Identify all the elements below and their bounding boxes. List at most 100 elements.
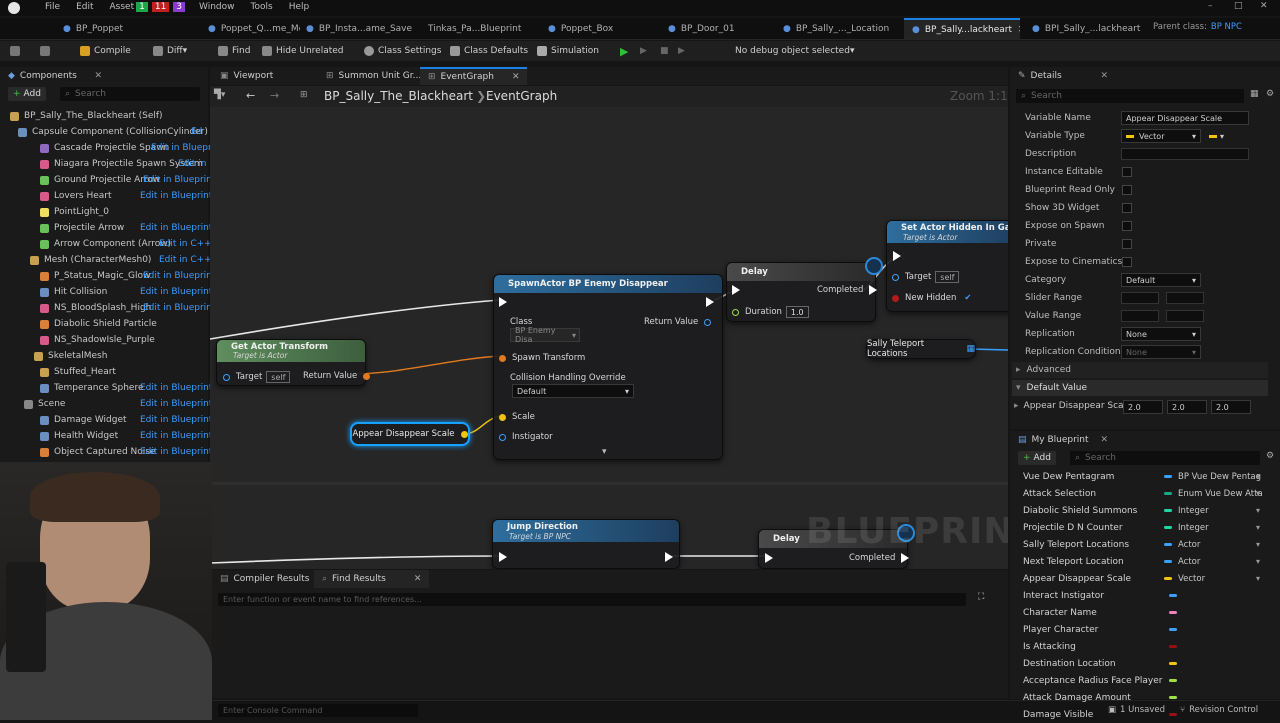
- read-only-checkbox[interactable]: [1122, 185, 1132, 195]
- view-options-icon[interactable]: ▦: [1250, 89, 1259, 99]
- my-blueprint-tab[interactable]: ▤ My Blueprint ✕: [1010, 431, 1116, 449]
- variable-type[interactable]: [1169, 604, 1183, 621]
- edit-in-blueprint-link[interactable]: Edit in Blueprint: [140, 415, 212, 425]
- settings-gear-icon[interactable]: ⚙: [1266, 89, 1274, 99]
- maximize-icon[interactable]: □: [1234, 1, 1243, 11]
- component-item[interactable]: Cascade Projectile Spawn: [40, 140, 169, 156]
- value-range-max[interactable]: [1166, 310, 1204, 322]
- pin-target[interactable]: Target self: [223, 371, 291, 383]
- variable-type[interactable]: Integer: [1164, 502, 1209, 519]
- menu-help[interactable]: Help: [289, 2, 310, 12]
- badge-purple[interactable]: 3: [173, 2, 186, 12]
- tab-compiler-results[interactable]: ▤ Compiler Results: [212, 570, 317, 588]
- step-icon[interactable]: ▶: [640, 41, 647, 61]
- badge-red[interactable]: 11: [151, 2, 170, 12]
- doc-tab-tinkas[interactable]: Tinkas_Pa...Blueprint: [420, 18, 530, 39]
- edit-in-blueprint-link[interactable]: Edit in Blueprint: [140, 447, 212, 457]
- add-variable-button[interactable]: + Add: [1018, 451, 1056, 465]
- default-y-input[interactable]: 2.0: [1167, 400, 1207, 414]
- exec-in-pin[interactable]: [732, 285, 740, 298]
- hide-unrelated-button[interactable]: Hide Unrelated: [262, 41, 344, 61]
- node-delay[interactable]: Delay Completed Duration 1.0: [726, 257, 883, 322]
- default-z-input[interactable]: 2.0: [1211, 400, 1251, 414]
- exec-in-pin[interactable]: [893, 251, 901, 264]
- variable-name-input[interactable]: Appear Disappear Scale: [1121, 111, 1249, 125]
- variable-item[interactable]: Diabolic Shield Summons: [1023, 502, 1137, 519]
- variable-item[interactable]: Acceptance Radius Face Player: [1023, 672, 1163, 689]
- value-range-min[interactable]: [1121, 310, 1159, 322]
- variable-type[interactable]: Enum Vue Dew Atta: [1164, 485, 1263, 502]
- exec-in-pin[interactable]: [499, 552, 507, 565]
- description-input[interactable]: [1121, 148, 1249, 160]
- variable-type[interactable]: [1169, 638, 1183, 655]
- tab-viewport[interactable]: ▣ Viewport: [212, 67, 281, 85]
- details-search-input[interactable]: ⌕ Search: [1016, 89, 1244, 103]
- component-item[interactable]: Mesh (CharacterMesh0): [30, 252, 151, 268]
- variable-type[interactable]: [1169, 587, 1183, 604]
- component-item[interactable]: Object Captured Noise: [40, 444, 156, 460]
- component-item[interactable]: PointLight_0: [40, 204, 109, 220]
- parent-class-link[interactable]: BP NPC: [1211, 22, 1242, 32]
- replication-condition-dropdown[interactable]: None ▾: [1121, 345, 1201, 359]
- tab-event-graph[interactable]: ⊞ EventGraph ✕: [420, 67, 528, 85]
- component-item[interactable]: Arrow Component (Arrow): [40, 236, 171, 252]
- variable-item[interactable]: Projectile D N Counter: [1023, 519, 1123, 536]
- collision-dropdown[interactable]: Default ▾: [512, 384, 634, 398]
- add-component-button[interactable]: + Add: [8, 87, 46, 101]
- components-search-input[interactable]: ⌕ Search: [60, 87, 200, 101]
- variable-item[interactable]: Next Teleport Location: [1023, 553, 1124, 570]
- unreal-logo-icon[interactable]: [8, 2, 20, 14]
- variable-item[interactable]: Is Attacking: [1023, 638, 1076, 655]
- chevron-down-icon[interactable]: ▾: [1256, 574, 1260, 583]
- menu-asset[interactable]: Asset: [110, 2, 135, 12]
- edit-in-blueprint-link[interactable]: Ed: [191, 127, 202, 137]
- exec-out-pin[interactable]: [706, 297, 714, 310]
- category-dropdown[interactable]: Default ▾: [1121, 273, 1201, 287]
- pin-spawn-transform[interactable]: Spawn Transform: [499, 353, 585, 363]
- compile-button[interactable]: Compile: [80, 41, 131, 61]
- variable-item[interactable]: Sally Teleport Locations: [1023, 536, 1129, 553]
- instance-editable-checkbox[interactable]: [1122, 167, 1132, 177]
- chevron-down-icon[interactable]: ▾: [1256, 523, 1260, 532]
- pin-collision[interactable]: Collision Handling Override: [510, 373, 626, 383]
- menu-edit[interactable]: Edit: [76, 2, 93, 12]
- variable-type[interactable]: [1169, 672, 1183, 689]
- class-defaults-button[interactable]: Class Defaults: [450, 41, 528, 61]
- pin-return-value[interactable]: Return Value: [303, 371, 371, 381]
- breadcrumb-eventgraph[interactable]: EventGraph: [486, 89, 557, 103]
- component-item[interactable]: NS_ShadowIsle_Purple: [40, 332, 155, 348]
- tab-find-results[interactable]: ⌕ Find Results ✕: [314, 570, 430, 588]
- variable-type[interactable]: Actor: [1164, 553, 1200, 570]
- expose-cinematics-checkbox[interactable]: [1122, 257, 1132, 267]
- exec-in-pin[interactable]: [765, 553, 773, 566]
- edit-in-blueprint-link[interactable]: Edit in Blueprint: [140, 399, 212, 409]
- doc-tab-instance-save[interactable]: ● BP_Insta...ame_Save: [298, 18, 413, 39]
- doc-tab-sally-location[interactable]: ● BP_Sally_..._Location: [775, 18, 900, 39]
- variable-type[interactable]: [1169, 689, 1183, 706]
- slider-range-max[interactable]: [1166, 292, 1204, 304]
- class-dropdown[interactable]: BP Enemy Disa ▾: [510, 326, 580, 344]
- slider-range-min[interactable]: [1121, 292, 1159, 304]
- chevron-down-icon[interactable]: ▾: [1256, 472, 1260, 481]
- simulation-button[interactable]: Simulation: [537, 41, 599, 61]
- variable-item[interactable]: Attack Selection: [1023, 485, 1096, 502]
- doc-tab-sally-blackheart[interactable]: ●BP_Sally...lackheart✕: [904, 18, 1020, 39]
- unsaved-indicator[interactable]: ▣ 1 Unsaved: [1108, 705, 1165, 715]
- container-type-dropdown[interactable]: ▾: [1205, 129, 1227, 143]
- stop-icon[interactable]: ■: [660, 41, 669, 61]
- variable-item[interactable]: Player Character: [1023, 621, 1098, 638]
- expose-on-spawn-checkbox[interactable]: [1122, 221, 1132, 231]
- variable-item[interactable]: Vue Dew Pentagram: [1023, 468, 1114, 485]
- pin-duration[interactable]: Duration 1.0: [732, 306, 809, 318]
- chevron-down-icon[interactable]: ▾: [1256, 540, 1260, 549]
- doc-tab-door[interactable]: ● BP_Door_01: [660, 18, 770, 39]
- show-3d-widget-checkbox[interactable]: [1122, 203, 1132, 213]
- doc-tab-poppet[interactable]: ● BP_Poppet: [55, 18, 195, 39]
- edit-in-blueprint-link[interactable]: Edit in C++: [159, 255, 212, 265]
- edit-in-blueprint-link[interactable]: Edit in Blueprint: [143, 271, 215, 281]
- edit-in-blueprint-link[interactable]: Edit in Bluepr: [151, 143, 212, 153]
- diff-button[interactable]: Diff ▾: [153, 41, 187, 61]
- variable-item[interactable]: Character Name: [1023, 604, 1097, 621]
- component-item[interactable]: NS_BloodSplash_High: [40, 300, 151, 316]
- graph-settings-icon[interactable]: ▜▾: [214, 90, 225, 100]
